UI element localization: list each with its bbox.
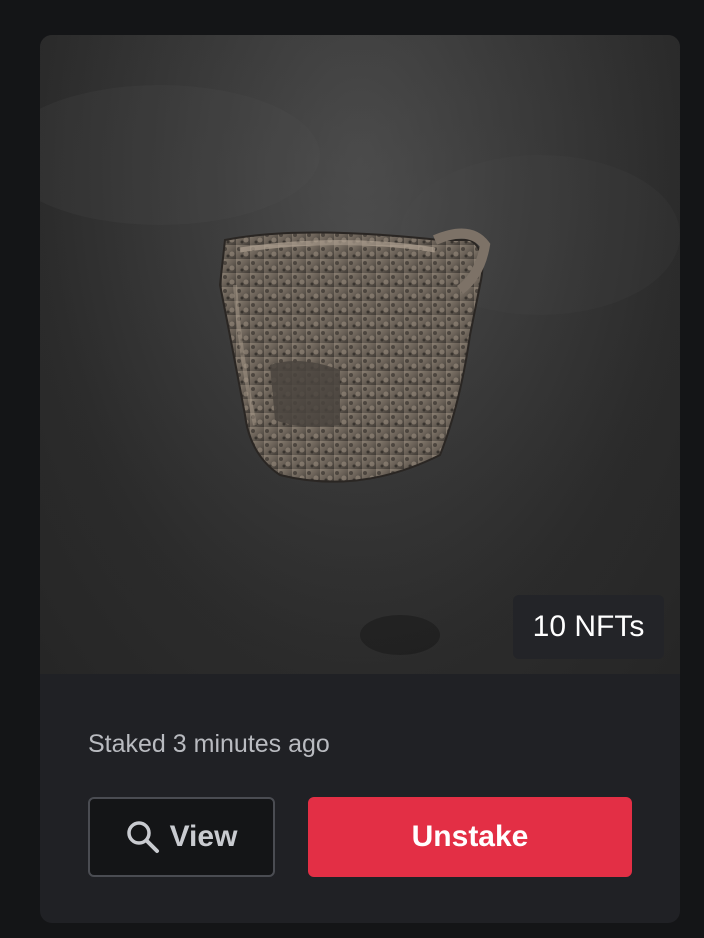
search-icon [126, 820, 160, 854]
unstake-button[interactable]: Unstake [308, 797, 632, 877]
stone-cup-illustration [40, 35, 680, 674]
nft-image[interactable]: 10 NFTs [40, 35, 680, 674]
view-button-label: View [169, 820, 238, 853]
staked-status: Staked 3 minutes ago [88, 730, 330, 758]
unstake-button-label: Unstake [411, 820, 529, 853]
view-button[interactable]: View [88, 797, 275, 877]
nft-count-badge: 10 NFTs [513, 595, 664, 659]
nft-stake-card: 10 NFTs Staked 3 minutes ago View Unstak… [40, 35, 680, 923]
